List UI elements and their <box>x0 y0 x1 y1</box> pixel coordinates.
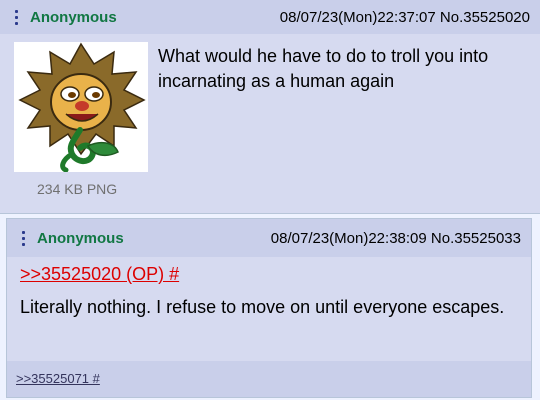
post-number[interactable]: No.35525033 <box>431 230 521 247</box>
post-datetime: 08/07/23(Mon)22:38:09 <box>270 229 427 247</box>
post-thumbnail[interactable] <box>14 42 148 172</box>
lion-flower-icon <box>18 42 146 172</box>
post-datetime: 08/07/23(Mon)22:37:07 <box>279 8 436 26</box>
post-header: Anonymous 08/07/23(Mon)22:37:07 No.35525… <box>0 0 540 34</box>
backlink-reply[interactable]: >>35525071 # <box>16 371 100 386</box>
file-size: 234 KB PNG <box>37 181 118 197</box>
post-message: What would he have to do to troll you in… <box>158 46 489 91</box>
quote-link-op[interactable]: >>35525020 (OP) # <box>20 264 179 285</box>
post-menu-icon[interactable] <box>10 9 22 25</box>
backlinks-bar: >>35525071 # <box>6 361 532 398</box>
post-number[interactable]: No.35525020 <box>440 9 530 26</box>
poster-name: Anonymous <box>30 8 117 26</box>
post-header: Anonymous 08/07/23(Mon)22:38:09 No.35525… <box>7 219 531 257</box>
post-menu-icon[interactable] <box>17 230 29 246</box>
post-message: Literally nothing. I refuse to move on u… <box>20 297 505 317</box>
post-meta: 08/07/23(Mon)22:37:07 No.35525020 <box>280 9 530 26</box>
post-meta: 08/07/23(Mon)22:38:09 No.35525033 <box>271 230 521 247</box>
poster-name: Anonymous <box>37 229 124 247</box>
